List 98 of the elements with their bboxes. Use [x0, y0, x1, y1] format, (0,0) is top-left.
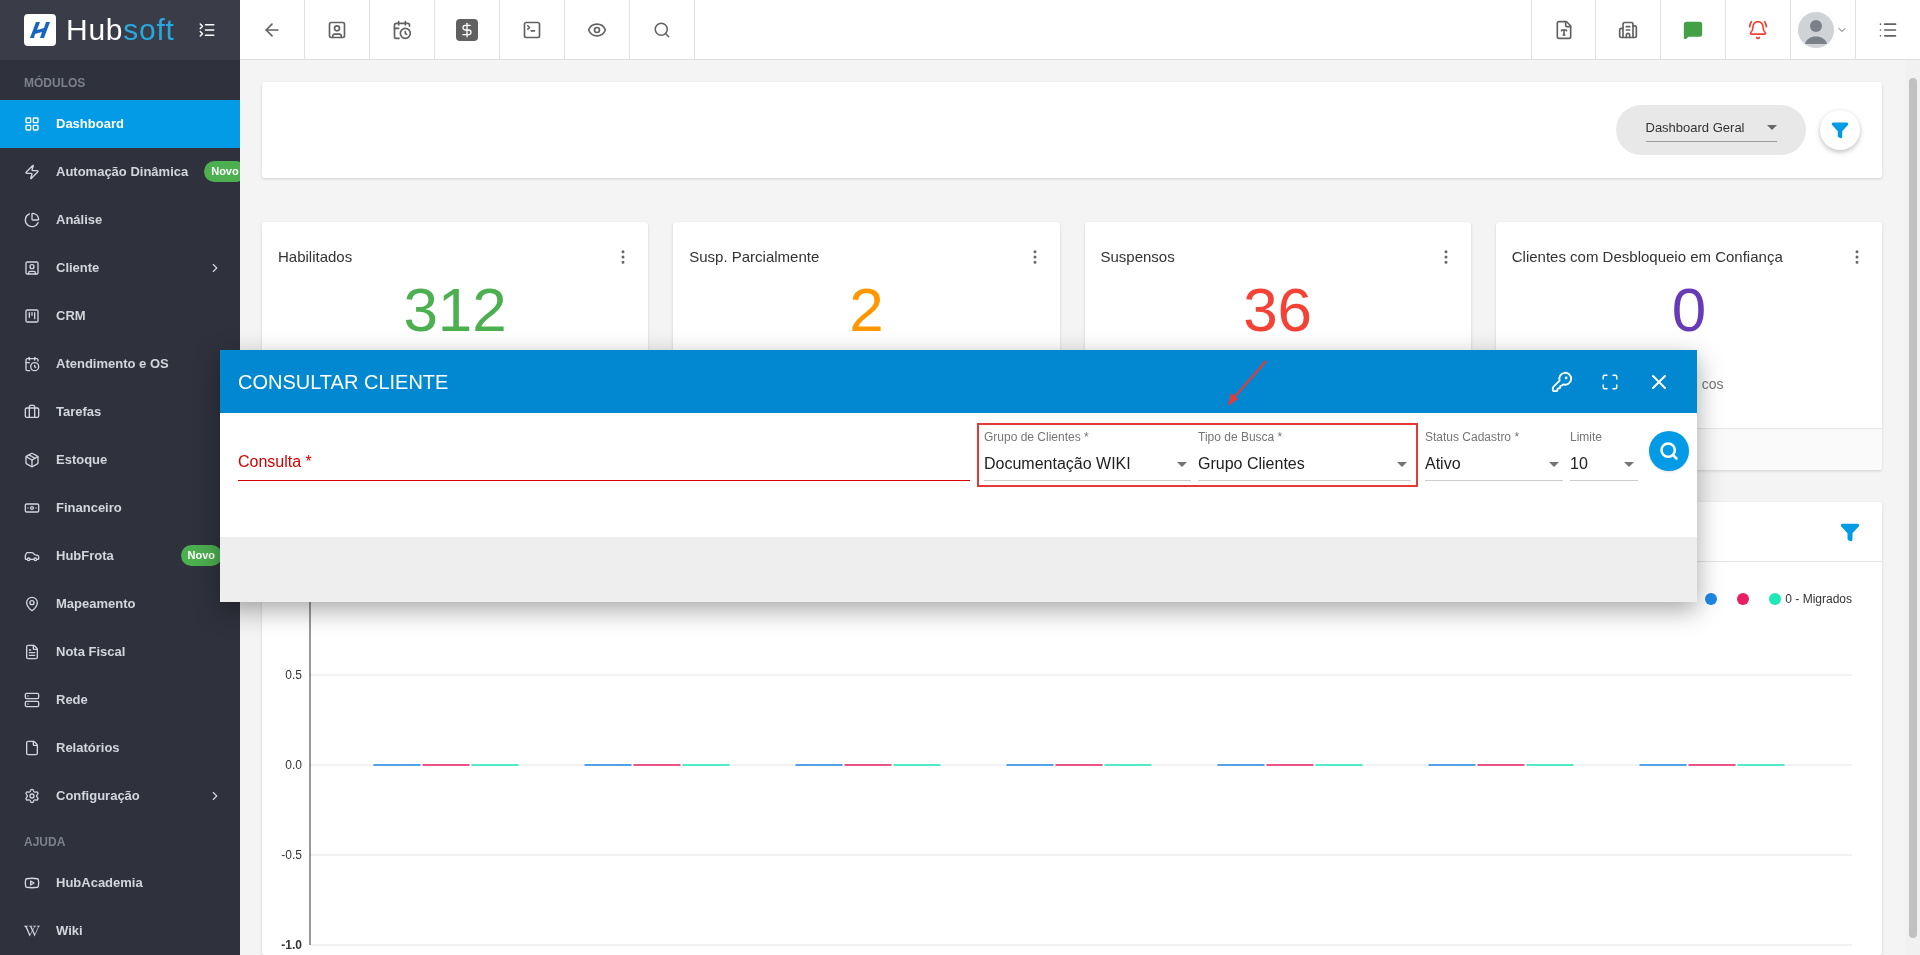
lightning-icon — [24, 163, 40, 180]
logo-icon — [24, 14, 56, 46]
sidebar-item[interactable]: Financeiro — [0, 483, 240, 532]
sidebar-item[interactable]: Mapeamento — [0, 579, 240, 628]
sidebar-item-label: CRM — [56, 306, 86, 325]
new-badge: Novo — [204, 161, 240, 182]
sidebar-item-label: Automação Dinâmica — [56, 162, 189, 181]
filter-icon[interactable] — [1840, 521, 1860, 542]
map-pin-icon — [24, 595, 40, 612]
sidebar-item[interactable]: HubAcademia — [0, 859, 240, 907]
sidebar-item-label: Configuração — [56, 786, 140, 805]
sidebar-item-label: Rede — [56, 690, 88, 709]
sidebar-item[interactable]: Nota Fiscal — [0, 627, 240, 676]
sidebar-item-label: Financeiro — [56, 498, 122, 517]
search-button[interactable] — [1649, 431, 1689, 471]
video-icon — [24, 875, 40, 891]
search-icon — [1659, 441, 1679, 461]
sidebar-item[interactable]: CRM — [0, 291, 240, 340]
new-badge: Novo — [180, 545, 222, 566]
sidebar-item[interactable]: Estoque — [0, 435, 240, 484]
contact-card-icon — [24, 259, 40, 276]
bell-icon — [1748, 19, 1768, 40]
card-title: Habilitados — [278, 247, 353, 267]
package-icon — [24, 451, 40, 468]
sidebar-item[interactable]: Rede — [0, 675, 240, 724]
wiki-icon — [24, 923, 40, 939]
stat-value: 0 — [1671, 278, 1707, 341]
terminal-icon — [522, 19, 542, 40]
document-icon — [24, 643, 40, 660]
pdf-button[interactable] — [1531, 0, 1596, 60]
card-title: Clientes com Desbloqueio em Confiança — [1511, 247, 1783, 267]
sidebar-item-label: Dashboard — [56, 114, 124, 133]
section-heading: AJUDA — [23, 834, 67, 851]
legend-label: 0 - Migrados — [1785, 591, 1852, 608]
logo-wordmark: Hubsoft — [66, 15, 175, 45]
dollar-icon — [456, 18, 478, 41]
collapse-menu-icon[interactable] — [198, 21, 216, 39]
sidebar-item-label: Atendimento e OS — [56, 354, 169, 373]
filter-icon — [1831, 121, 1849, 139]
y-tick-label: -0.5 — [281, 848, 302, 862]
sidebar-item-label: Mapeamento — [56, 594, 136, 613]
sidebar-item[interactable]: Tarefas — [0, 387, 240, 436]
card-title: Susp. Parcialmente — [689, 247, 820, 267]
card-title: Suspensos — [1100, 247, 1175, 267]
sidebar-item-label: Tarefas — [56, 402, 102, 421]
sidebar-item-label: Wiki — [56, 922, 83, 941]
avatar-icon — [1798, 11, 1834, 48]
sidebar-item[interactable]: Atendimento e OS — [0, 339, 240, 388]
key-icon[interactable] — [1551, 370, 1573, 393]
stat-caption: cos — [1701, 375, 1724, 394]
sidebar-item[interactable]: Wiki — [0, 907, 240, 955]
select-field[interactable]: Grupo de Clientes * Documentação WIKI — [984, 425, 1191, 481]
dashboard-select[interactable]: Dashboard Geral — [1616, 105, 1806, 155]
fullscreen-icon[interactable] — [1601, 372, 1619, 391]
sidebar-item-label: Nota Fiscal — [56, 642, 126, 661]
board-icon — [24, 307, 40, 324]
search-icon — [653, 20, 671, 39]
stat-value: 2 — [849, 278, 884, 341]
sidebar-item[interactable]: Relatórios — [0, 723, 240, 772]
sidebar-item[interactable]: Configuração — [0, 771, 240, 820]
sidebar-item-label: HubFrota — [56, 546, 114, 565]
section-heading: MÓDULOS — [23, 74, 87, 92]
query-input-field[interactable]: Consulta * — [238, 425, 970, 481]
file-icon — [24, 739, 40, 756]
dropdown-caret-icon — [1766, 125, 1777, 130]
dropdown-caret-icon — [1177, 461, 1187, 467]
briefcase-icon — [24, 403, 40, 420]
calendar-clock-icon — [24, 355, 40, 372]
sidebar-item-label: Estoque — [56, 450, 108, 469]
calendar-clock-icon — [392, 19, 412, 40]
sidebar-item-label: HubAcademia — [56, 874, 143, 893]
sidebar-item-label: Cliente — [56, 258, 100, 277]
sidebar-item[interactable]: Análise — [0, 195, 240, 244]
building-icon — [1618, 19, 1638, 40]
modal-title: CONSULTAR CLIENTE — [238, 369, 449, 395]
message-icon — [1683, 19, 1703, 40]
filter-button[interactable] — [1820, 110, 1860, 150]
pie-chart-icon — [24, 211, 40, 228]
y-tick-label: 0.0 — [285, 758, 302, 772]
grid-icon — [24, 115, 40, 132]
select-field[interactable]: Tipo de Busca * Grupo Clientes — [1198, 425, 1411, 481]
y-tick-label: -1.0 — [281, 938, 302, 952]
dropdown-caret-icon — [1624, 461, 1634, 467]
sidebar-item[interactable]: HubFrota Novo — [0, 531, 240, 580]
dropdown-caret-icon — [1549, 461, 1559, 467]
dropdown-caret-icon — [1397, 461, 1407, 467]
contact-card-icon — [327, 19, 347, 40]
select-field[interactable]: Status Cadastro * Ativo — [1425, 425, 1563, 481]
server-icon — [24, 691, 40, 708]
settings-icon — [24, 787, 40, 804]
y-tick-label: 0.5 — [285, 668, 302, 682]
select-field[interactable]: Limite 10 — [1570, 425, 1638, 481]
sidebar-item[interactable]: Cliente — [0, 243, 240, 292]
sidebar-item-label: Relatórios — [56, 738, 120, 757]
stat-value: 312 — [403, 278, 507, 341]
stat-value: 36 — [1243, 278, 1313, 341]
scrollbar[interactable] — [1905, 60, 1920, 955]
sidebar-item-label: Análise — [56, 210, 103, 229]
